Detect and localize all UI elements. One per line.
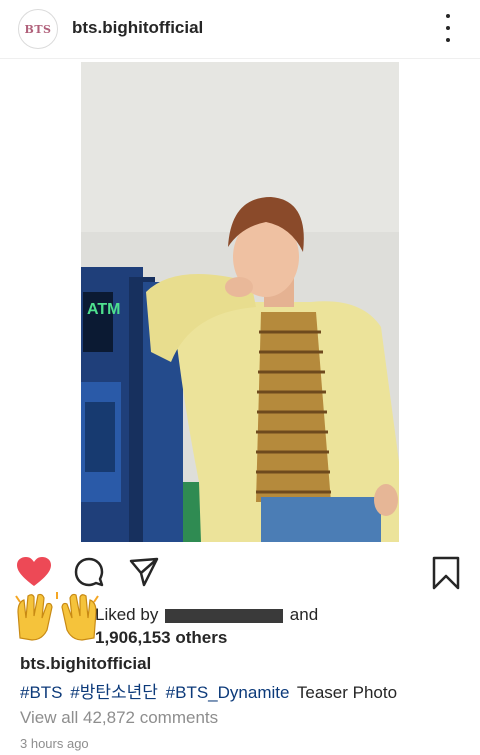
atm-sign: ATM [87, 301, 120, 318]
more-dot [446, 38, 450, 42]
hashtag-link[interactable]: #BTS_Dynamite [166, 683, 290, 702]
liked-by-suffix: and [289, 605, 319, 624]
avatar-logo: BTS [24, 22, 52, 36]
likes-section: Liked by and 1,906,153 others [0, 590, 480, 650]
more-dot [446, 14, 450, 18]
avatar[interactable]: BTS [18, 9, 58, 49]
more-dot [446, 26, 450, 30]
hashtag-link[interactable]: #BTS [20, 683, 63, 702]
photo-illustration: ATM [81, 62, 399, 542]
comment-icon[interactable] [73, 556, 105, 593]
caption-hashtags: #BTS #방탄소년단 #BTS_Dynamite Teaser Photo [20, 678, 400, 703]
post-photo[interactable]: ATM [81, 62, 399, 542]
share-icon[interactable] [128, 556, 160, 593]
post-timestamp: 3 hours ago [20, 736, 89, 751]
action-bar [0, 552, 480, 592]
hashtag-link[interactable]: #방탄소년단 [70, 683, 158, 702]
liked-by-prefix: Liked by [95, 605, 159, 624]
post-username[interactable]: bts.bighitofficial [72, 18, 203, 38]
likes-count[interactable]: 1,906,153 others [95, 628, 227, 648]
redacted-username [165, 608, 284, 623]
view-all-comments-link[interactable]: View all 42,872 comments [20, 708, 218, 728]
post-header: BTS bts.bighitofficial [0, 0, 480, 59]
liked-by-line[interactable]: Liked by and [95, 605, 318, 625]
caption-text: Teaser Photo [296, 683, 398, 702]
raising-hands-emoji [12, 590, 102, 647]
caption-username[interactable]: bts.bighitofficial [20, 654, 151, 674]
more-options-icon[interactable] [438, 14, 458, 42]
heart-icon[interactable] [16, 556, 52, 593]
